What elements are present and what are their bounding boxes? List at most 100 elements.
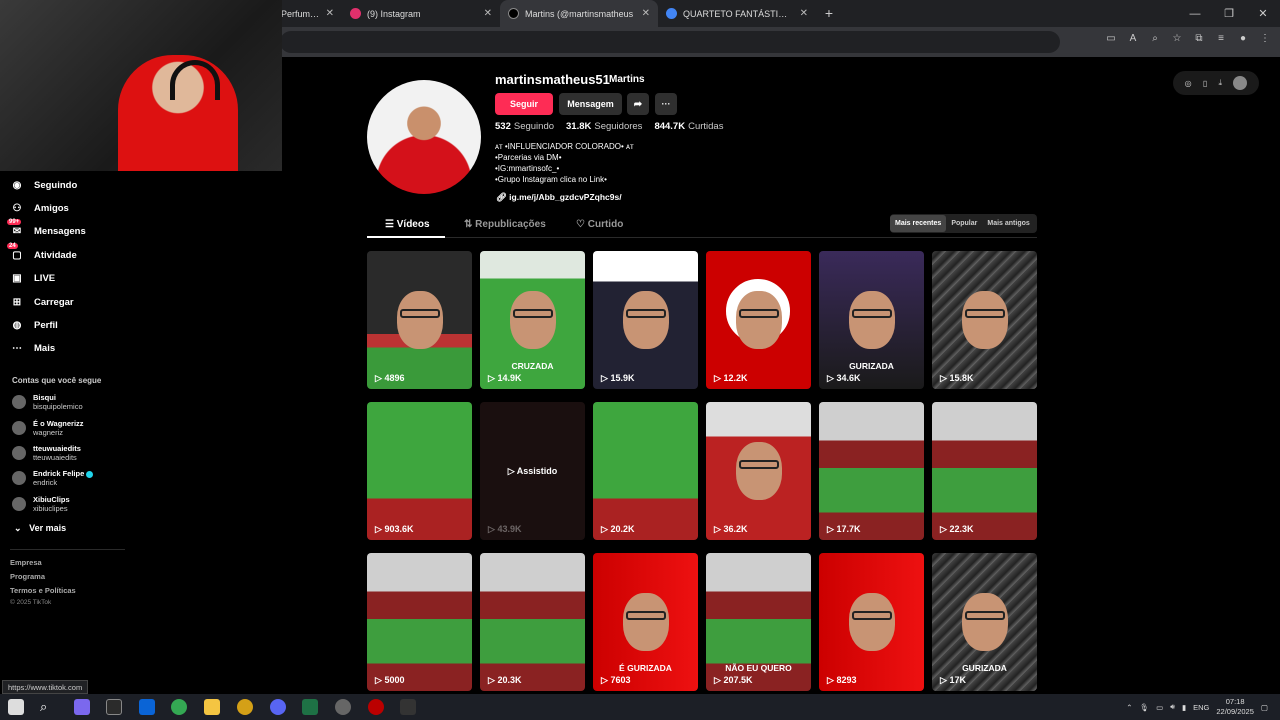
sidebar-item-atividade[interactable]: ▢ 24 Atividade	[7, 243, 77, 262]
microphone-icon[interactable]: 🎙︎	[1140, 703, 1150, 712]
app-icon[interactable]	[237, 699, 253, 715]
chrome-icon[interactable]	[171, 699, 187, 715]
video-card[interactable]: ▷ 15.8K	[932, 251, 1037, 389]
language-indicator[interactable]: ENG	[1193, 703, 1209, 712]
sidebar-item-carregar[interactable]: ⊞ Carregar	[10, 295, 74, 309]
extensions-icon[interactable]: ⧉	[1192, 33, 1206, 47]
video-card[interactable]: É GURIZADA ▷ 7603	[593, 553, 698, 691]
outlook-icon[interactable]	[139, 699, 155, 715]
following-item[interactable]: Bisqui bisquipolemico	[12, 393, 83, 411]
see-more-label: Ver mais	[29, 523, 67, 533]
following-item[interactable]: Endrick Felipe endrick	[12, 469, 94, 487]
sidebar-item-amigos[interactable]: ⚇ Amigos	[10, 201, 69, 215]
glasses	[852, 611, 892, 620]
sort-popular[interactable]: Popular	[946, 215, 982, 232]
close-window-button[interactable]: ✕	[1246, 0, 1280, 27]
network-icon[interactable]: ▭	[1156, 703, 1163, 712]
store-icon[interactable]	[106, 699, 122, 715]
video-caption: GURIZADA	[849, 361, 894, 371]
follow-button[interactable]: Seguir	[495, 93, 553, 115]
tab-videos[interactable]: ☰ Vídeos	[385, 219, 430, 230]
file-explorer-icon[interactable]	[204, 699, 220, 715]
stat-seguidores[interactable]: 31.8K Seguidores	[566, 121, 642, 132]
stat-curtidas[interactable]: 844.7K Curtidas	[654, 121, 723, 132]
obs-icon[interactable]	[368, 699, 384, 715]
profile-avatar-icon[interactable]: ●	[1236, 33, 1250, 47]
notification-icon[interactable]: ▢	[1261, 703, 1268, 712]
search-icon[interactable]: ⌕	[40, 699, 56, 715]
compass-icon[interactable]: ◎	[1185, 79, 1192, 88]
stat-seguindo[interactable]: 532 Seguindo	[495, 121, 554, 132]
epic-games-icon[interactable]	[400, 699, 416, 715]
my-avatar[interactable]	[1233, 76, 1248, 90]
browser-tab[interactable]: (9) Instagram ✕	[342, 0, 500, 27]
video-card[interactable]: ▷ 903.6K	[367, 402, 472, 540]
sidebar-item-perfil[interactable]: ◍ Perfil	[10, 318, 58, 332]
video-card[interactable]: ▷ 36.2K	[706, 402, 811, 540]
message-button[interactable]: Mensagem	[559, 93, 622, 115]
bookmark-star-icon[interactable]: ☆	[1170, 33, 1184, 47]
cast-icon[interactable]: ▭	[1104, 33, 1118, 47]
minimize-button[interactable]: —	[1178, 0, 1212, 27]
sidebar-item-mensagens[interactable]: ✉ 99+ Mensagens	[7, 219, 86, 238]
zoom-icon[interactable]: ⌕	[1148, 33, 1162, 47]
following-item[interactable]: É o Wagnerizz wagneriz	[12, 419, 84, 437]
device-icon[interactable]: ▯	[1203, 79, 1207, 88]
browser-tab[interactable]: QUARTETO FANTÁSTICO - Pesq ✕	[658, 0, 816, 27]
video-card[interactable]: ▷ 4896	[367, 251, 472, 389]
download-icon[interactable]: ⤓	[1219, 78, 1223, 88]
close-tab-icon[interactable]: ✕	[642, 8, 650, 19]
stat-label: Curtidas	[688, 121, 724, 132]
chevron-up-icon[interactable]: ⌃	[1126, 703, 1132, 712]
sidebar-item-mais[interactable]: ⋯ Mais	[10, 341, 55, 355]
tab-liked[interactable]: ♡ Curtido	[576, 219, 623, 230]
menu-kebab-icon[interactable]: ⋮	[1258, 33, 1272, 47]
copilot-icon[interactable]	[74, 699, 90, 715]
steam-icon[interactable]	[335, 699, 351, 715]
video-card[interactable]: ▷ Assistido ▷ 43.9K	[480, 402, 585, 540]
see-more-link[interactable]: ⌄ Ver mais	[14, 523, 66, 534]
volume-icon[interactable]: 🔊︎	[1170, 702, 1175, 712]
more-options-icon[interactable]: ···	[655, 93, 677, 115]
video-card[interactable]: NÃO EU QUERO ▷ 207.5K	[706, 553, 811, 691]
discord-icon[interactable]	[270, 699, 286, 715]
spreadsheet-icon[interactable]	[302, 699, 318, 715]
video-card[interactable]: ▷ 12.2K	[706, 251, 811, 389]
video-card[interactable]: ▷ 20.3K	[480, 553, 585, 691]
video-card[interactable]: ▷ 22.3K	[932, 402, 1037, 540]
address-bar[interactable]	[280, 31, 1060, 53]
video-card[interactable]: GURIZADA ▷ 34.6K	[819, 251, 924, 389]
clock[interactable]: 07:18 22/09/2025	[1216, 697, 1254, 717]
new-tab-button[interactable]: +	[816, 0, 842, 27]
video-card[interactable]: ▷ 17.7K	[819, 402, 924, 540]
upload-icon: ⊞	[12, 296, 22, 308]
sidebar-item-seguindo[interactable]: ◉ Seguindo	[10, 178, 78, 192]
restore-button[interactable]: ❐	[1212, 0, 1246, 27]
sidebar-item-live[interactable]: ▣ LIVE	[10, 271, 55, 285]
video-card[interactable]: ▷ 5000	[367, 553, 472, 691]
windows-start-icon[interactable]	[8, 699, 24, 715]
battery-icon[interactable]: ▮	[1182, 703, 1186, 712]
profile-link[interactable]: 🔗︎ ig.me/j/Abb_gzdcvPZqhc9s/	[496, 192, 622, 203]
video-card[interactable]: CRUZADA ▷ 14.9K	[480, 251, 585, 389]
video-card[interactable]: GURIZADA ▷ 17K	[932, 553, 1037, 691]
translate-icon[interactable]: A	[1126, 33, 1140, 47]
footer-link-terms[interactable]: Termos e Políticas	[10, 586, 76, 595]
tab-reposts[interactable]: ⇅ Republicações	[464, 219, 546, 230]
sort-oldest[interactable]: Mais antigos	[982, 215, 1034, 232]
footer-link-program[interactable]: Programa	[10, 572, 45, 581]
following-item[interactable]: tteuwuaiedits tteuwuaiedits	[12, 444, 81, 462]
reading-list-icon[interactable]: ≡	[1214, 33, 1228, 47]
share-icon[interactable]: ➦	[627, 93, 649, 115]
close-tab-icon[interactable]: ✕	[800, 8, 808, 19]
footer-link-company[interactable]: Empresa	[10, 558, 42, 567]
video-card[interactable]: ▷ 20.2K	[593, 402, 698, 540]
video-card[interactable]: ▷ 8293	[819, 553, 924, 691]
close-tab-icon[interactable]: ✕	[484, 8, 492, 19]
browser-tab[interactable]: Martins (@martinsmatheus ✕	[500, 0, 658, 27]
close-tab-icon[interactable]: ✕	[326, 8, 334, 19]
following-item[interactable]: XibiuClips xibiuclipes	[12, 495, 70, 513]
video-card[interactable]: ▷ 15.9K	[593, 251, 698, 389]
windows-taskbar: ⌕ ⌃ 🎙︎ ▭ 🔊︎ ▮ ENG 07:18 22/09/2025 ▢	[0, 694, 1280, 720]
sort-recent[interactable]: Mais recentes	[890, 215, 947, 232]
